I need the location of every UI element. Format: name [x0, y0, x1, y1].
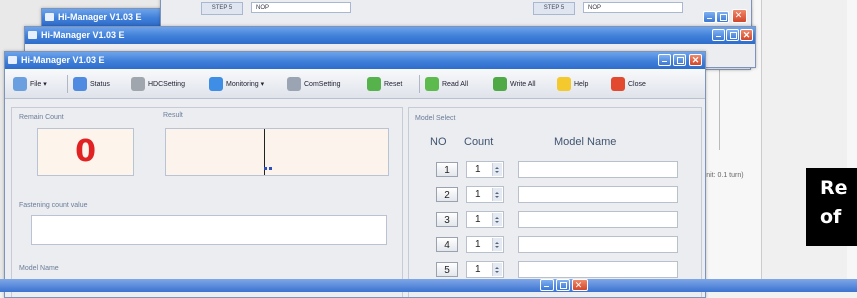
gear-icon — [131, 77, 145, 91]
hdc-setting-button[interactable]: HDCSetting — [131, 75, 185, 93]
app-logo-icon — [8, 56, 17, 64]
spin-arrows-icon[interactable] — [492, 188, 502, 201]
monitoring-menu-button[interactable]: Monitoring ▾ — [209, 75, 264, 93]
spin-arrows-icon[interactable] — [492, 263, 502, 276]
step-label: STEP 5 — [201, 2, 243, 15]
toolbar-separator — [419, 75, 420, 93]
monitor-icon — [209, 77, 223, 91]
result-marker — [264, 167, 267, 170]
taskbar-strip: ✕ — [0, 279, 857, 292]
step-op-select[interactable]: NOP — [251, 2, 351, 13]
spin-arrows-icon[interactable] — [492, 238, 502, 251]
unit-note: (unit: 0.1 turn) — [700, 172, 744, 179]
model-name-field[interactable] — [518, 261, 678, 278]
app-logo-icon — [45, 13, 54, 21]
file-icon — [13, 77, 27, 91]
minimize-icon[interactable] — [703, 11, 716, 23]
count-value: 1 — [475, 164, 481, 175]
reset-icon — [367, 77, 381, 91]
close-window-icon[interactable]: ✕ — [689, 54, 702, 66]
window-title: Hi-Manager V1.03 E — [58, 12, 142, 22]
remain-count-display: 0 — [37, 128, 134, 176]
model-name-field[interactable] — [518, 236, 678, 253]
close-window-icon[interactable]: ✕ — [740, 29, 753, 41]
model-name-field[interactable] — [518, 161, 678, 178]
close-window-icon[interactable]: ✕ — [572, 279, 588, 291]
toolbar-separator — [67, 75, 68, 93]
result-display — [165, 128, 389, 176]
home-icon — [73, 77, 87, 91]
model-name-column-header: Model Name — [554, 136, 617, 148]
main-window-titlebar[interactable]: Hi-Manager V1.03 E ✕ — [5, 52, 705, 69]
count-value: 1 — [475, 264, 481, 275]
maximize-icon[interactable] — [716, 11, 729, 23]
model-no-button[interactable]: 1 — [436, 162, 458, 177]
caption-line-2: of — [820, 206, 842, 228]
read-arrow-icon — [425, 77, 439, 91]
maximize-icon[interactable] — [726, 29, 739, 41]
window-title: Hi-Manager V1.03 E — [21, 55, 105, 65]
help-button[interactable]: Help — [557, 75, 588, 93]
maximize-icon[interactable] — [673, 54, 686, 66]
count-stepper[interactable]: 1 — [466, 236, 504, 253]
step-label: STEP 5 — [533, 2, 575, 15]
count-value: 1 — [475, 239, 481, 250]
file-menu-button[interactable]: File ▾ — [13, 75, 47, 93]
count-stepper[interactable]: 1 — [466, 261, 504, 278]
result-label: Result — [163, 112, 183, 119]
model-no-button[interactable]: 4 — [436, 237, 458, 252]
write-arrow-icon — [493, 77, 507, 91]
write-all-button[interactable]: Write All — [493, 75, 536, 93]
close-icon — [611, 77, 625, 91]
count-stepper[interactable]: 1 — [466, 161, 504, 178]
minimize-icon[interactable] — [712, 29, 725, 41]
app-logo-icon — [28, 31, 37, 39]
back-window-2-titlebar[interactable]: Hi-Manager V1.03 E ✕ — [25, 27, 755, 44]
read-all-button[interactable]: Read All — [425, 75, 468, 93]
wrench-icon — [287, 77, 301, 91]
model-no-button[interactable]: 2 — [436, 187, 458, 202]
count-stepper[interactable]: 1 — [466, 211, 504, 228]
status-button[interactable]: Status — [73, 75, 110, 93]
caption-overlay: Re of — [806, 168, 857, 246]
toolbar: File ▾ Status HDCSetting Monitoring ▾ Co… — [5, 69, 705, 99]
maximize-icon[interactable] — [556, 279, 570, 291]
minimize-icon[interactable] — [658, 54, 671, 66]
reset-button[interactable]: Reset — [367, 75, 402, 93]
background-column — [761, 0, 847, 292]
spin-arrows-icon[interactable] — [492, 213, 502, 226]
model-no-button[interactable]: 5 — [436, 262, 458, 277]
model-select-label: Model Select — [415, 115, 456, 122]
step-op-select[interactable]: NOP — [583, 2, 683, 13]
model-name-field[interactable] — [518, 211, 678, 228]
com-setting-button[interactable]: ComSetting — [287, 75, 341, 93]
spin-arrows-icon[interactable] — [492, 163, 502, 176]
remain-count-label: Remain Count — [19, 114, 64, 121]
count-stepper[interactable]: 1 — [466, 186, 504, 203]
count-value: 1 — [475, 214, 481, 225]
close-window-icon[interactable]: ✕ — [732, 9, 747, 23]
fastening-count-label: Fastening count value — [19, 202, 88, 209]
fastening-count-field[interactable] — [31, 215, 387, 245]
main-window[interactable]: Hi-Manager V1.03 E ✕ File ▾ Status HDCSe… — [4, 51, 706, 298]
count-column-header: Count — [464, 136, 494, 148]
count-value: 1 — [475, 189, 481, 200]
minimize-icon[interactable] — [540, 279, 554, 291]
close-button[interactable]: Close — [611, 75, 646, 93]
window-title: Hi-Manager V1.03 E — [41, 30, 125, 40]
model-name-label: Model Name — [19, 265, 59, 272]
caption-line-1: Re — [820, 177, 848, 199]
model-name-field[interactable] — [518, 186, 678, 203]
help-icon — [557, 77, 571, 91]
model-no-button[interactable]: 3 — [436, 212, 458, 227]
no-column-header: NO — [430, 136, 447, 148]
